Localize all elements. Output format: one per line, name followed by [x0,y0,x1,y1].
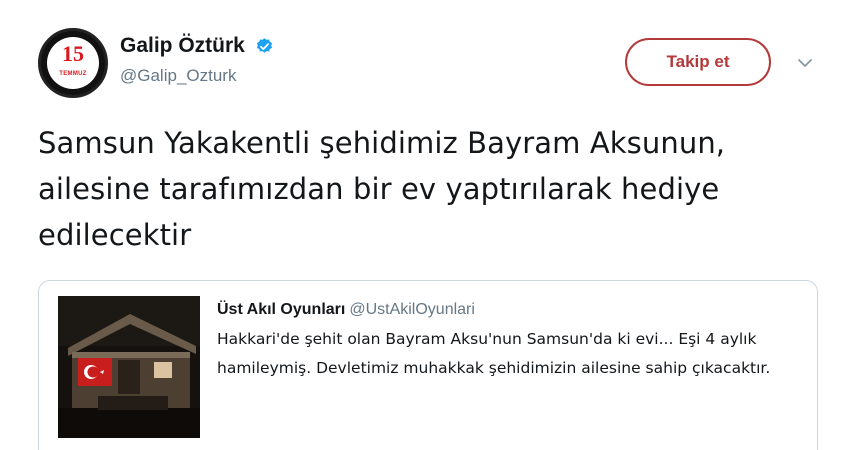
quoted-tweet-image[interactable] [58,296,200,438]
chevron-down-icon[interactable] [796,54,814,72]
author-block: Galip Öztürk @Galip_Ozturk [120,34,274,86]
verified-badge-icon [255,37,274,56]
avatar-number: 15 [62,41,84,66]
follow-button[interactable]: Takip et [625,38,771,86]
tweet-header: 15 TEMMUZ Galip Öztürk @Galip_Ozturk Tak… [38,28,828,104]
author-handle[interactable]: @Galip_Ozturk [120,66,274,86]
tweet-text: Samsun Yakakentli şehidimiz Bayram Aksun… [38,126,726,252]
avatar-caption: TEMMUZ [59,71,87,77]
quoted-author-name[interactable]: Üst Akıl Oyunları [217,301,345,318]
quoted-tweet-card[interactable]: Üst Akıl Oyunları @UstAkilOyunlari Hakkar… [38,280,818,450]
quoted-author-handle[interactable]: @UstAkilOyunlari [349,301,475,318]
avatar[interactable]: 15 TEMMUZ [38,28,108,98]
author-display-name[interactable]: Galip Öztürk [120,34,245,58]
quoted-author: Üst Akıl Oyunları @UstAkilOyunlari [217,301,475,319]
quoted-tweet-text: Hakkari'de şehit olan Bayram Aksu'nun Sa… [217,330,771,377]
